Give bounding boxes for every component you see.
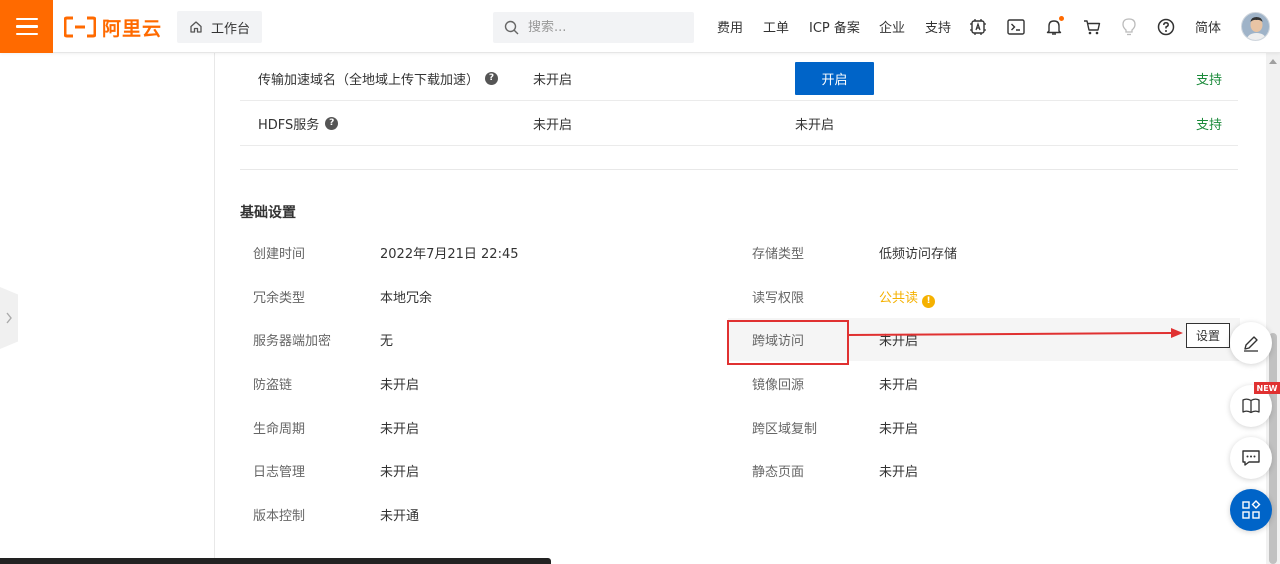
search-input[interactable] <box>528 20 678 35</box>
kv-key: 镜像回源 <box>752 378 805 393</box>
logo-text: 阿里云 <box>102 17 163 40</box>
feature-status: 未开启 <box>533 117 573 133</box>
logo-mark-icon <box>64 16 96 38</box>
cors-settings-button[interactable]: 设置 <box>1186 323 1230 348</box>
divider <box>240 169 1238 170</box>
kv-value: 2022年7月21日 22:45 <box>380 247 519 262</box>
kv-value: 未开通 <box>380 509 420 524</box>
help-icon[interactable] <box>1156 17 1176 37</box>
kv-key: 服务器端加密 <box>253 334 332 349</box>
section-title: 基础设置 <box>240 205 296 221</box>
kv-key: 冗余类型 <box>253 291 306 306</box>
feature-support: 支持 <box>1195 117 1222 133</box>
chat-float-button[interactable] <box>1230 437 1272 479</box>
pencil-icon <box>1244 336 1258 352</box>
feature-support: 支持 <box>1195 72 1222 88</box>
kv-key: 生命周期 <box>253 422 306 437</box>
app-icon[interactable] <box>968 17 988 37</box>
kv-value: 未开启 <box>879 422 919 437</box>
annotation-box <box>727 320 849 365</box>
feature-name: 传输加速域名（全地域上传下载加速） <box>258 72 480 88</box>
chevron-right-icon <box>6 312 12 324</box>
edit-float-button[interactable] <box>1230 322 1272 364</box>
apps-float-button[interactable] <box>1230 489 1272 531</box>
kv-key: 读写权限 <box>752 291 805 306</box>
scrollbar[interactable] <box>1266 53 1280 564</box>
kv-value: 本地冗余 <box>380 291 433 306</box>
book-icon <box>1242 398 1260 414</box>
search-icon <box>504 20 519 35</box>
nav-enterprise[interactable]: 企业 <box>879 17 905 36</box>
kv-value: 无 <box>380 334 394 349</box>
terminal-icon[interactable] <box>1006 17 1026 37</box>
kv-key: 存储类型 <box>752 247 805 262</box>
kv-key: 创建时间 <box>253 247 306 262</box>
home-icon <box>190 21 202 33</box>
language-switch[interactable]: 简体 <box>1195 17 1221 36</box>
kv-key: 静态页面 <box>752 465 805 480</box>
lightbulb-icon[interactable] <box>1119 17 1139 37</box>
kv-key: 防盗链 <box>253 378 293 393</box>
main-content: 传输加速域名（全地域上传下载加速） ? 未开启 开启 支持 HDFS服务 ? 未… <box>216 53 1264 564</box>
search-box[interactable] <box>493 12 694 43</box>
kv-value: 未开启 <box>380 465 420 480</box>
menu-icon[interactable] <box>0 0 53 53</box>
nav-support[interactable]: 支持 <box>925 17 951 36</box>
warning-icon: ! <box>922 294 936 308</box>
annotation-arrow <box>847 328 1183 338</box>
kv-key: 日志管理 <box>253 465 306 480</box>
kv-value: 未开启 <box>380 378 420 393</box>
bottom-overlay-bar <box>0 558 551 564</box>
new-badge: NEW <box>1254 382 1280 394</box>
sidebar-expand-handle[interactable] <box>0 287 18 349</box>
workbench-button[interactable]: 工作台 <box>177 11 262 43</box>
cart-icon[interactable] <box>1082 17 1102 37</box>
feature-row: 传输加速域名（全地域上传下载加速） ? 未开启 开启 支持 <box>240 56 1238 101</box>
feature-action-status: 未开启 <box>795 117 835 133</box>
scroll-up-arrow-icon[interactable] <box>1269 59 1277 64</box>
help-icon[interactable]: ? <box>485 71 499 85</box>
acl-value: 公共读 <box>879 291 919 306</box>
nav-icp[interactable]: ICP 备案 <box>809 17 860 36</box>
avatar[interactable] <box>1241 12 1270 41</box>
nav-fees[interactable]: 费用 <box>717 17 743 36</box>
notification-dot <box>1059 15 1064 21</box>
workbench-label: 工作台 <box>211 21 251 37</box>
apps-icon <box>1242 500 1261 519</box>
kv-value: 未开启 <box>879 465 919 480</box>
chat-icon <box>1242 450 1260 466</box>
top-navigation-bar: 阿里云 工作台 费用 工单 ICP 备案 企业 支持 <box>0 0 1280 53</box>
feature-status: 未开启 <box>533 72 573 88</box>
kv-value: 低频访问存储 <box>879 247 958 262</box>
kv-key: 版本控制 <box>253 509 306 524</box>
bell-icon[interactable] <box>1044 15 1064 37</box>
aliyun-logo[interactable]: 阿里云 <box>64 14 162 40</box>
enable-button[interactable]: 开启 <box>795 61 874 95</box>
kv-value: 未开启 <box>879 378 919 393</box>
kv-key: 跨区域复制 <box>752 422 818 437</box>
kv-value: 未开启 <box>380 422 420 437</box>
help-icon[interactable]: ? <box>325 116 339 130</box>
nav-tickets[interactable]: 工单 <box>763 17 789 36</box>
left-sidebar <box>0 53 215 564</box>
feature-row: HDFS服务 ? 未开启 未开启 支持 <box>240 101 1238 146</box>
feature-name: HDFS服务 <box>258 117 320 133</box>
